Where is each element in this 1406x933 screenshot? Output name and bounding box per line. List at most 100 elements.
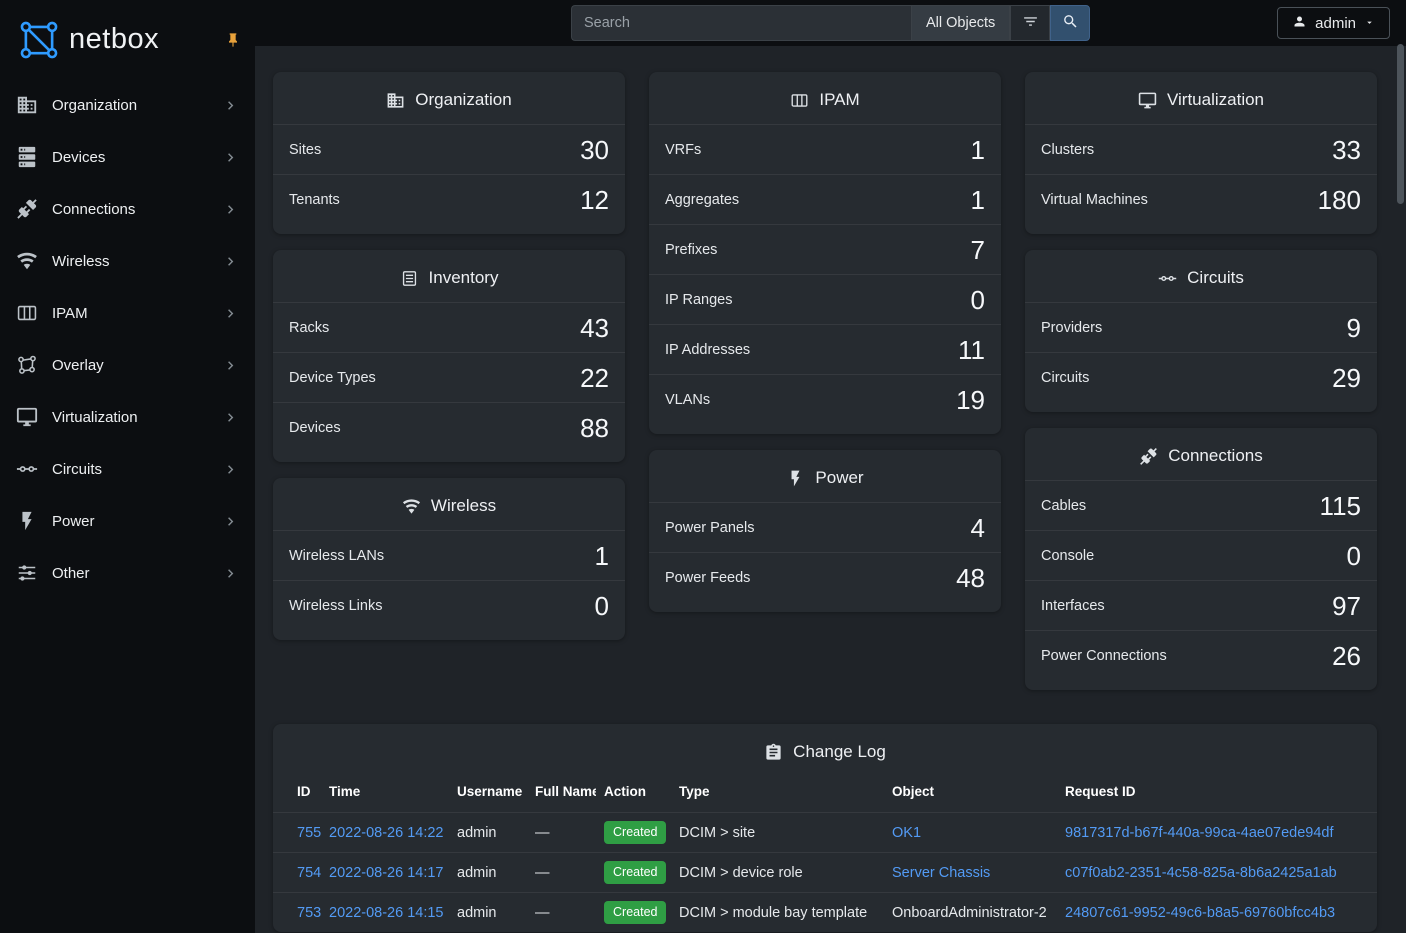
stat-label: Prefixes bbox=[665, 242, 717, 258]
stat-value-link[interactable]: 1 bbox=[971, 187, 985, 213]
lightning-bolt-icon bbox=[786, 469, 805, 488]
stat-value-link[interactable]: 43 bbox=[580, 315, 609, 341]
card-title: Change Log bbox=[273, 724, 1377, 776]
stat-value-link[interactable]: 88 bbox=[580, 415, 609, 441]
scrollbar-thumb[interactable] bbox=[1397, 44, 1404, 204]
column-header: Request ID bbox=[1057, 776, 1377, 813]
search-group: All Objects bbox=[571, 5, 1090, 41]
stat-row: Aggregates 1 bbox=[649, 174, 1001, 224]
stat-row: Wireless LANs 1 bbox=[273, 530, 625, 580]
dashboard: Organization Sites 30 Tenants 12 Invento… bbox=[255, 46, 1406, 933]
stat-row: Providers 9 bbox=[1025, 302, 1377, 352]
card-title-text: Organization bbox=[415, 90, 511, 110]
sidebar-item-power[interactable]: Power bbox=[0, 495, 255, 547]
stat-label: Cables bbox=[1041, 498, 1086, 514]
stat-value-link[interactable]: 48 bbox=[956, 565, 985, 591]
chevron-right-icon bbox=[222, 461, 239, 478]
changelog-time-link[interactable]: 2022-08-26 14:17 bbox=[329, 865, 444, 881]
changelog-type: DCIM > site bbox=[679, 825, 755, 841]
changelog-id-link[interactable]: 753 bbox=[297, 905, 321, 921]
stat-value-link[interactable]: 26 bbox=[1332, 643, 1361, 669]
stat-value-link[interactable]: 33 bbox=[1332, 137, 1361, 163]
changelog-request-link[interactable]: 24807c61-9952-49c6-b8a5-69760bfcc4b3 bbox=[1065, 905, 1335, 921]
monitor-icon bbox=[16, 406, 38, 428]
stat-row: Clusters 33 bbox=[1025, 124, 1377, 174]
stat-value-link[interactable]: 11 bbox=[958, 337, 985, 363]
changelog-object-link[interactable]: Server Chassis bbox=[892, 865, 990, 881]
lightning-bolt-icon bbox=[16, 510, 38, 532]
sidebar-item-wireless[interactable]: Wireless bbox=[0, 235, 255, 287]
chevron-right-icon bbox=[222, 149, 239, 166]
chevron-right-icon bbox=[222, 565, 239, 582]
changelog-id-link[interactable]: 755 bbox=[297, 825, 321, 841]
stat-value-link[interactable]: 19 bbox=[956, 387, 985, 413]
chevron-right-icon bbox=[222, 513, 239, 530]
search-button[interactable] bbox=[1050, 5, 1090, 41]
stat-value-link[interactable]: 4 bbox=[971, 515, 985, 541]
stat-label: Tenants bbox=[289, 192, 340, 208]
card-title-text: Circuits bbox=[1187, 268, 1244, 288]
changelog-request-link[interactable]: 9817317d-b67f-440a-99ca-4ae07ede94df bbox=[1065, 825, 1333, 841]
sidebar-item-ipam[interactable]: IPAM bbox=[0, 287, 255, 339]
stat-label: VRFs bbox=[665, 142, 701, 158]
column-header: Username bbox=[449, 776, 527, 813]
stat-value-link[interactable]: 22 bbox=[580, 365, 609, 391]
brand-name[interactable]: netbox bbox=[69, 23, 159, 56]
stat-label: IP Ranges bbox=[665, 292, 732, 308]
card-title: IPAM bbox=[649, 72, 1001, 124]
stat-label: Power Connections bbox=[1041, 648, 1167, 664]
column-header: Action bbox=[596, 776, 671, 813]
column-header: Object bbox=[884, 776, 1057, 813]
sidebar-item-other[interactable]: Other bbox=[0, 547, 255, 599]
search-input[interactable] bbox=[571, 5, 911, 41]
stat-value-link[interactable]: 0 bbox=[1347, 543, 1361, 569]
filter-button[interactable] bbox=[1010, 5, 1050, 41]
sidebar-item-devices[interactable]: Devices bbox=[0, 131, 255, 183]
stat-value-link[interactable]: 9 bbox=[1347, 315, 1361, 341]
netbox-logo-icon[interactable] bbox=[18, 19, 60, 61]
column-header: Time bbox=[321, 776, 449, 813]
chevron-right-icon bbox=[222, 409, 239, 426]
sidebar-item-label: Devices bbox=[52, 149, 105, 166]
card-title: Organization bbox=[273, 72, 625, 124]
stat-value-link[interactable]: 115 bbox=[1320, 493, 1361, 519]
stat-row: VRFs 1 bbox=[649, 124, 1001, 174]
card-title-text: Power bbox=[815, 468, 863, 488]
stat-value-link[interactable]: 0 bbox=[971, 287, 985, 313]
stat-value-link[interactable]: 1 bbox=[595, 543, 609, 569]
changelog-id-link[interactable]: 754 bbox=[297, 865, 321, 881]
changelog-row: 755 2022-08-26 14:22 admin — Created DCI… bbox=[273, 813, 1377, 853]
card-title: Power bbox=[649, 450, 1001, 502]
sidebar-item-organization[interactable]: Organization bbox=[0, 79, 255, 131]
sidebar-item-connections[interactable]: Connections bbox=[0, 183, 255, 235]
stat-row: Console 0 bbox=[1025, 530, 1377, 580]
sidebar-item-virtualization[interactable]: Virtualization bbox=[0, 391, 255, 443]
stat-value-link[interactable]: 97 bbox=[1332, 593, 1361, 619]
pin-sidebar-icon[interactable] bbox=[225, 32, 241, 48]
changelog-request-link[interactable]: c07f0ab2-2351-4c58-825a-8b6a2425a1ab bbox=[1065, 865, 1337, 881]
stat-value-link[interactable]: 1 bbox=[971, 137, 985, 163]
changelog-fullname: — bbox=[535, 865, 550, 881]
stat-value-link[interactable]: 29 bbox=[1332, 365, 1361, 391]
chevron-down-icon bbox=[1364, 15, 1375, 32]
changelog-row: 753 2022-08-26 14:15 admin — Created DCI… bbox=[273, 893, 1377, 933]
changelog-object-link[interactable]: OK1 bbox=[892, 825, 921, 841]
stat-label: Circuits bbox=[1041, 370, 1089, 386]
monitor-icon bbox=[1138, 91, 1157, 110]
changelog-time-link[interactable]: 2022-08-26 14:15 bbox=[329, 905, 444, 921]
stat-value-link[interactable]: 0 bbox=[595, 593, 609, 619]
sidebar-item-overlay[interactable]: Overlay bbox=[0, 339, 255, 391]
stat-label: VLANs bbox=[665, 392, 710, 408]
object-type-button[interactable]: All Objects bbox=[911, 5, 1010, 41]
stat-value-link[interactable]: 7 bbox=[971, 237, 985, 263]
sidebar-item-label: Virtualization bbox=[52, 409, 138, 426]
cable-connection-icon bbox=[1139, 447, 1158, 466]
stat-value-link[interactable]: 12 bbox=[580, 187, 609, 213]
stat-value-link[interactable]: 180 bbox=[1318, 187, 1361, 213]
changelog-time-link[interactable]: 2022-08-26 14:22 bbox=[329, 825, 444, 841]
stat-value-link[interactable]: 30 bbox=[580, 137, 609, 163]
sidebar-item-circuits[interactable]: Circuits bbox=[0, 443, 255, 495]
card-title: Circuits bbox=[1025, 250, 1377, 302]
user-menu-button[interactable]: admin bbox=[1277, 7, 1390, 39]
stat-label: Console bbox=[1041, 548, 1094, 564]
